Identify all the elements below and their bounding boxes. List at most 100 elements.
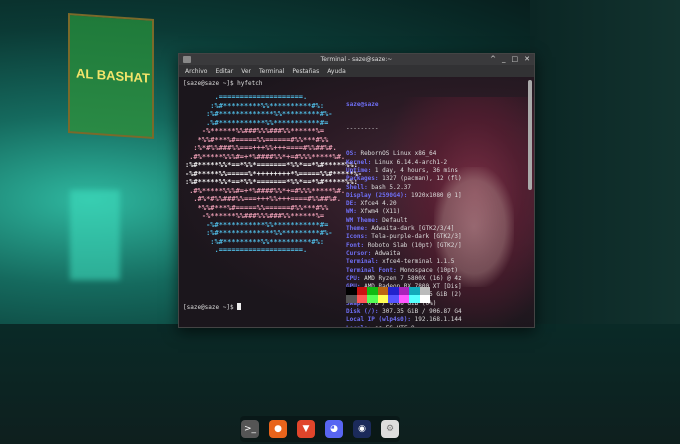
palette-swatch — [356, 287, 367, 295]
info-row: Font: Roboto Slab (10pt) [GTK2/] — [346, 242, 462, 250]
menu-editar[interactable]: Editar — [215, 68, 233, 75]
info-key: WM Theme — [346, 216, 375, 224]
palette-swatch — [377, 295, 388, 303]
palette-swatch — [346, 295, 357, 303]
ascii-line: -%******%%###%%%###%%******%= — [185, 127, 337, 135]
info-key: Terminal — [346, 258, 375, 266]
info-row: Icons: Tela-purple-dark [GTK2/3] — [346, 233, 462, 241]
info-colon: : — [367, 166, 375, 174]
terminal-window[interactable]: Terminal - saze@saze:~ ^ _ □ ✕ Archivo E… — [178, 53, 535, 328]
info-row: WM Theme: Default — [346, 217, 462, 225]
palette-swatch — [346, 287, 357, 295]
info-key: Packages — [346, 175, 375, 183]
palette-swatch — [388, 287, 399, 295]
window-title: Terminal - saze@saze:~ — [320, 56, 393, 63]
ascii-line: :%#*****%%*==*%%*=======*%%*==*%#*****%%… — [185, 178, 358, 186]
title-bar[interactable]: Terminal - saze@saze:~ ^ _ □ ✕ — [179, 54, 534, 65]
info-row: Uptime: 1 day, 4 hours, 36 mins — [346, 167, 462, 175]
taskbar-terminal-icon[interactable]: >_ — [241, 420, 259, 438]
taskbar-firefox-icon[interactable]: ● — [269, 420, 287, 438]
menu-pestanas[interactable]: Pestañas — [292, 68, 319, 75]
info-row: Theme: Adwaita-dark [GTK2/3/4] — [346, 225, 462, 233]
info-key: Theme — [346, 225, 365, 233]
ascii-line: .#%*****%%%#=+*%####%%*+=#%%%*****%#. — [185, 186, 350, 195]
terminal-content[interactable]: [saze@saze ~]$ hyfetch .================… — [179, 77, 534, 327]
ascii-line: :%#*********%%**********#%: — [185, 237, 341, 246]
info-colon: : — [360, 241, 368, 249]
info-value: 1327 (pacman), 12 (fl) — [382, 175, 462, 183]
info-key: Display (2590G4) — [346, 191, 404, 199]
palette-swatch — [419, 287, 430, 295]
info-value: Default — [382, 216, 408, 224]
ascii-line: :%#*****%%*==*%%*=======*%%*==*%#*****%%… — [185, 161, 358, 169]
command-line: [saze@saze ~]$ hyfetch — [183, 80, 263, 87]
info-value: xfce4-terminal 1.1.5 — [382, 258, 455, 266]
taskbar-discord-icon[interactable]: ◕ — [325, 420, 343, 438]
info-value: Roboto Slab (10pt) [GTK2/] — [367, 241, 462, 249]
info-value: Xfce4 4.20 — [360, 200, 397, 208]
info-row: WM: Xfwm4 (X11) — [346, 208, 462, 216]
menu-ayuda[interactable]: Ayuda — [327, 68, 346, 75]
taskbar-steam-icon[interactable]: ◉ — [353, 420, 371, 438]
info-key: Icons — [346, 233, 365, 241]
prompt-text: [saze@saze ~]$ — [183, 304, 238, 311]
info-row: Kernel: Linux 6.14.4-arch1-2 — [346, 159, 462, 167]
ascii-line: .====================. — [185, 93, 333, 101]
info-row: DE: Xfce4 4.20 — [346, 200, 462, 208]
palette-swatch — [367, 295, 378, 303]
ascii-line: *%%#***%#=====%%======#%%***#%% — [185, 135, 337, 144]
info-value: es_ES.UTF-8 — [375, 325, 415, 327]
info-key: Font — [346, 241, 361, 249]
close-button[interactable]: ✕ — [524, 55, 530, 63]
minimize-button[interactable]: _ — [502, 55, 506, 63]
info-row: CPU: AMD Ryzen 7 5800X (16) @ 4z — [346, 275, 462, 283]
taskbar-brave-icon[interactable]: ▼ — [297, 420, 315, 438]
maximize-button[interactable]: □ — [512, 55, 519, 63]
color-palette — [346, 287, 430, 303]
info-row: Local IP (wlp4s0): 192.168.1.144 — [346, 316, 462, 324]
info-colon: : — [368, 325, 375, 327]
info-row: Locale: es_ES.UTF-8 — [346, 325, 462, 327]
palette-swatch — [367, 287, 378, 295]
ascii-line: :%#*************%%*********#%- — [185, 110, 341, 118]
ascii-line: .#%*#%%###%%===+++%%+++====#%%##%#. — [185, 195, 346, 203]
info-value: Linux 6.14.4-arch1-2 — [374, 158, 448, 166]
ascii-line: .====================. — [185, 246, 333, 254]
ascii-line: .%#***********%%***********#= — [185, 118, 341, 127]
ascii-line: :%*#%%###%%===+++%%+++====#%%##%#. — [185, 144, 341, 152]
info-value: 192.168.1.144 — [414, 316, 462, 324]
palette-swatch — [388, 295, 399, 303]
ascii-line: -%#*****%%=====%*++++++++*%=====%%#*****… — [185, 169, 363, 178]
cursor — [237, 303, 242, 310]
menu-terminal[interactable]: Terminal — [259, 68, 284, 75]
info-key: Disk (/) — [346, 308, 375, 316]
menu-ver[interactable]: Ver — [241, 68, 251, 75]
info-colon: : — [367, 249, 375, 257]
shade-button[interactable]: ^ — [490, 55, 496, 63]
shell-prompt[interactable]: [saze@saze ~]$ — [183, 303, 242, 311]
info-value: Monospace (10pt) — [400, 266, 458, 274]
info-value: Adwaita-dark [GTK2/3/4] — [371, 225, 455, 233]
info-key: Cursor — [346, 249, 368, 257]
info-row: OS: RebornOS Linux x86_64 — [346, 150, 462, 158]
info-row: Display (2590G4): 1920x1080 @ 1] — [346, 192, 462, 200]
menu-bar: Archivo Editar Ver Terminal Pestañas Ayu… — [179, 65, 534, 77]
menu-archivo[interactable]: Archivo — [185, 68, 207, 75]
info-row: Cursor: Adwaita — [346, 250, 462, 258]
shop-sign: AL BASHAT — [68, 12, 154, 140]
info-value: Tela-purple-dark [GTK2/3] — [371, 233, 462, 241]
palette-swatch — [409, 295, 420, 303]
taskbar-settings-icon[interactable]: ⚙ — [381, 420, 399, 438]
info-value: 307.35 GiB / 906.87 G4 — [382, 308, 462, 316]
info-value: RebornOS Linux x86_64 — [360, 150, 437, 158]
info-value: 1920x1080 @ 1] — [411, 191, 462, 199]
palette-swatch — [419, 295, 430, 303]
ascii-line: -%#***********%%***********#= — [185, 220, 341, 229]
ascii-line: -%******%%###%%%###%%******%= — [185, 212, 337, 220]
info-row: Terminal Font: Monospace (10pt) — [346, 267, 462, 275]
ascii-line: .#%*****%%%#=+*%####%%*+=#%%%*****%#. — [185, 152, 350, 161]
info-colon: : — [356, 274, 365, 282]
scrollbar[interactable] — [528, 80, 532, 190]
info-value: Xfwm4 (X11) — [360, 208, 401, 216]
palette-swatch — [398, 295, 409, 303]
